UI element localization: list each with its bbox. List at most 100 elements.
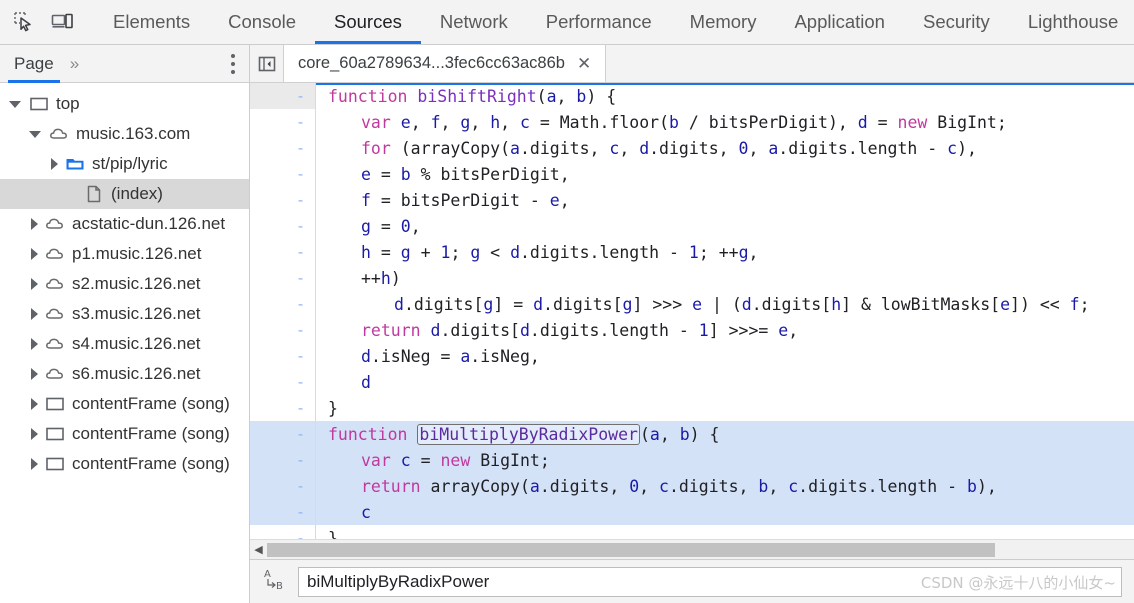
rename-input[interactable] — [298, 566, 1122, 597]
chevron-right-icon[interactable] — [31, 248, 38, 260]
scroll-left-arrow-icon[interactable]: ◀ — [250, 543, 267, 556]
chevron-right-icon[interactable] — [31, 338, 38, 350]
chevron-right-icon[interactable] — [31, 458, 38, 470]
code-line[interactable]: - function biMultiplyByRadixPower (a, b) { — [250, 421, 1134, 447]
cloud-icon — [46, 248, 63, 259]
tree-item-acstatic-dun-126-net[interactable]: acstatic-dun.126.net — [0, 209, 249, 239]
line-gutter[interactable]: - — [250, 473, 316, 499]
chevron-right-icon[interactable] — [51, 158, 58, 170]
tab-memory[interactable]: Memory — [671, 0, 776, 44]
tab-console[interactable]: Console — [209, 0, 315, 44]
code-line[interactable]: - d.digits[g] = d.digits[g] >>> e | (d.di… — [250, 291, 1134, 317]
horizontal-scrollbar[interactable]: ◀ — [250, 539, 1134, 559]
line-gutter[interactable]: - — [250, 161, 316, 187]
code-token: d — [533, 294, 544, 314]
tab-elements[interactable]: Elements — [94, 0, 209, 44]
tree-item-contentframe-song[interactable]: contentFrame (song) — [0, 449, 249, 479]
tree-item-contentframe-song[interactable]: contentFrame (song) — [0, 419, 249, 449]
tab-lighthouse[interactable]: Lighthouse — [1009, 0, 1134, 44]
code-line[interactable]: - for (arrayCopy(a.digits, c, d.digits, 0… — [250, 135, 1134, 161]
code-token: new — [897, 112, 928, 132]
code-line[interactable]: - return arrayCopy(a.digits, 0, c.digits,… — [250, 473, 1134, 499]
tab-sources[interactable]: Sources — [315, 0, 421, 44]
scrollbar-track[interactable] — [267, 542, 1134, 557]
tree-item-label: acstatic-dun.126.net — [72, 214, 226, 233]
close-icon[interactable]: ✕ — [577, 55, 591, 72]
file-tab[interactable]: core_60a2789634...3fec6cc63ac86b ✕ — [284, 45, 607, 82]
chevron-down-icon[interactable] — [9, 100, 21, 108]
scrollbar-thumb[interactable] — [267, 542, 996, 557]
line-gutter[interactable]: - — [250, 421, 316, 447]
chevron-right-icon[interactable] — [31, 398, 38, 410]
line-gutter[interactable]: - — [250, 83, 316, 109]
tree-item-contentframe-song[interactable]: contentFrame (song) — [0, 389, 249, 419]
tree-item-s4-music-126-net[interactable]: s4.music.126.net — [0, 329, 249, 359]
code-line[interactable]: -f = bitsPerDigit - e, — [250, 187, 1134, 213]
line-gutter[interactable]: - — [250, 265, 316, 291]
code-line[interactable]: - ++h) — [250, 265, 1134, 291]
code-text: d.isNeg = a.isNeg, — [316, 347, 540, 366]
tree-item-music-163-com[interactable]: music.163.com — [0, 119, 249, 149]
chevron-right-icon[interactable] — [31, 428, 38, 440]
code-line[interactable]: -} — [250, 525, 1134, 539]
code-line[interactable]: - var e, f, g, h, c = Math.floor(b / bits… — [250, 109, 1134, 135]
line-gutter[interactable]: - — [250, 317, 316, 343]
code-editor[interactable]: - function biShiftRight(a, b) {- var e, f,… — [250, 83, 1134, 539]
chevron-right-icon[interactable] — [31, 308, 38, 320]
line-gutter[interactable]: - — [250, 291, 316, 317]
line-gutter[interactable]: - — [250, 395, 316, 421]
device-toolbar-icon[interactable] — [50, 10, 74, 34]
line-gutter[interactable]: - — [250, 343, 316, 369]
show-navigator-icon[interactable] — [250, 45, 284, 82]
code-line[interactable]: -} — [250, 395, 1134, 421]
frame-icon — [46, 397, 64, 411]
line-gutter[interactable]: - — [250, 447, 316, 473]
code-line[interactable]: - return d.digits[d.digits.length - 1] >>… — [250, 317, 1134, 343]
line-gutter[interactable]: - — [250, 109, 316, 135]
tree-item-index[interactable]: (index) — [0, 179, 249, 209]
code-line[interactable]: - function biShiftRight(a, b) { — [250, 83, 1134, 109]
code-line[interactable]: - d.isNeg = a.isNeg, — [250, 343, 1134, 369]
chevron-down-icon[interactable] — [29, 130, 41, 138]
code-line[interactable]: -e = b % bitsPerDigit, — [250, 161, 1134, 187]
inspect-element-icon[interactable] — [12, 10, 36, 34]
code-token: , — [410, 112, 431, 132]
line-gutter[interactable]: - — [250, 213, 316, 239]
tab-security[interactable]: Security — [904, 0, 1009, 44]
navigator-tab-page[interactable]: Page — [0, 45, 64, 83]
tab-network[interactable]: Network — [421, 0, 527, 44]
line-gutter[interactable]: - — [250, 239, 316, 265]
line-gutter[interactable]: - — [250, 525, 316, 539]
code-line[interactable]: -g = 0, — [250, 213, 1134, 239]
code-token: BigInt; — [470, 450, 550, 470]
tree-item-s3-music-126-net[interactable]: s3.music.126.net — [0, 299, 249, 329]
chevron-right-icon[interactable] — [31, 218, 38, 230]
code-token: var — [361, 450, 391, 470]
code-line[interactable]: - var c = new BigInt; — [250, 447, 1134, 473]
line-gutter[interactable]: - — [250, 369, 316, 395]
tree-item-s6-music-126-net[interactable]: s6.music.126.net — [0, 359, 249, 389]
tree-item-st-pip-lyric[interactable]: st/pip/lyric — [0, 149, 249, 179]
chevron-right-icon[interactable] — [31, 368, 38, 380]
chevron-right-icon[interactable] — [31, 278, 38, 290]
code-token: , — [470, 112, 491, 132]
code-line[interactable]: -c — [250, 499, 1134, 525]
code-line[interactable]: -d — [250, 369, 1134, 395]
tree-item-p1-music-126-net[interactable]: p1.music.126.net — [0, 239, 249, 269]
kebab-menu-icon[interactable] — [231, 54, 235, 74]
line-gutter[interactable]: - — [250, 499, 316, 525]
tree-item-top[interactable]: top — [0, 89, 249, 119]
tab-application[interactable]: Application — [775, 0, 904, 44]
line-gutter[interactable]: - — [250, 135, 316, 161]
code-text: d — [316, 373, 371, 392]
highlighted-identifier[interactable]: biMultiplyByRadixPower — [417, 423, 640, 445]
tree-item-label: st/pip/lyric — [92, 154, 168, 173]
code-token: ), — [957, 138, 977, 158]
tree-item-s2-music-126-net[interactable]: s2.music.126.net — [0, 269, 249, 299]
code-line[interactable]: -h = g + 1; g < d.digits.length - 1; ++g… — [250, 239, 1134, 265]
tab-performance[interactable]: Performance — [527, 0, 671, 44]
line-gutter[interactable]: - — [250, 187, 316, 213]
navigator-more-tabs-button[interactable]: » — [64, 45, 84, 83]
code-token: ( — [639, 424, 650, 444]
code-text: ++h) — [316, 269, 401, 288]
